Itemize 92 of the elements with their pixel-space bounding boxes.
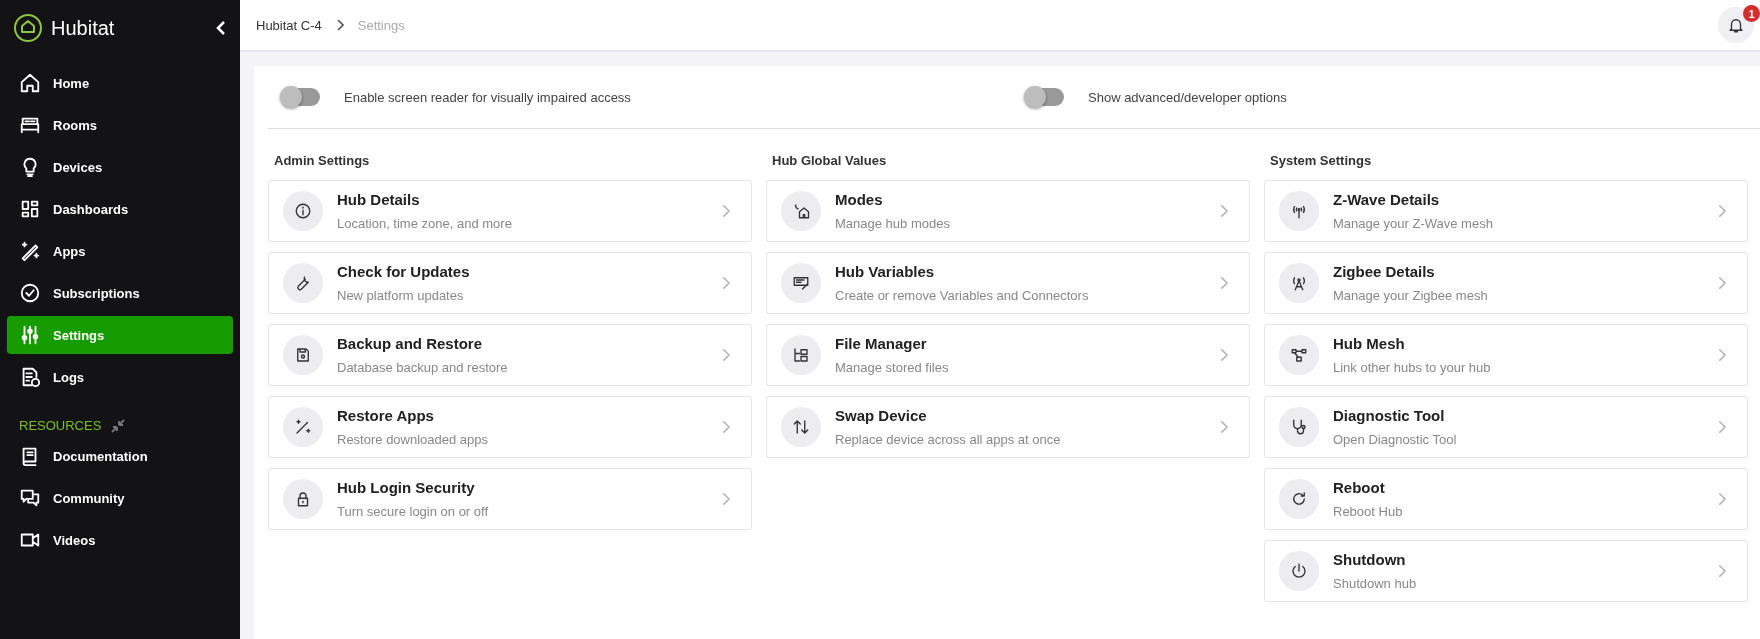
nav-item[interactable]: Logs — [7, 358, 233, 396]
settings-card[interactable]: Hub Mesh Link other hubs to your hub — [1264, 324, 1748, 386]
card-subtitle: Restore downloaded apps — [337, 432, 490, 447]
network-nodes-icon — [1290, 346, 1308, 364]
settings-card[interactable]: Shutdown Shutdown hub — [1264, 540, 1748, 602]
settings-card[interactable]: Diagnostic Tool Open Diagnostic Tool — [1264, 396, 1748, 458]
folder-tree-icon — [792, 346, 810, 364]
radio-tower-icon — [1290, 274, 1308, 292]
card-title: Hub Mesh — [1333, 335, 1406, 352]
resource-link[interactable]: Documentation — [7, 437, 233, 475]
collapse-icon[interactable] — [215, 20, 227, 36]
magic-wand-icon — [19, 240, 41, 262]
info-icon — [294, 202, 312, 220]
magic-wand-icon — [294, 418, 312, 436]
card-subtitle: Manage hub modes — [835, 216, 951, 231]
card-subtitle: Reboot Hub — [1333, 504, 1404, 519]
toggle-switch[interactable] — [282, 88, 320, 106]
check-circle-icon — [19, 282, 41, 304]
settings-card[interactable]: Check for Updates New platform updates — [268, 252, 752, 314]
card-subtitle: Create or remove Variables and Connectors — [835, 288, 1090, 303]
breadcrumb-link[interactable]: Hubitat C-4 — [256, 17, 322, 33]
settings-card[interactable]: Hub Variables Create or remove Variables and Connectors — [766, 252, 1250, 314]
nav-item[interactable]: Dashboards — [7, 190, 233, 228]
nav-item[interactable]: Subscriptions — [7, 274, 233, 312]
settings-card[interactable]: File Manager Manage stored files — [766, 324, 1250, 386]
card-title: Hub Details — [337, 191, 421, 208]
refresh-icon — [1290, 490, 1308, 508]
settings-card[interactable]: Modes Manage hub modes — [766, 180, 1250, 242]
card-title: Modes — [835, 191, 884, 208]
notifications-button[interactable] — [1718, 7, 1754, 43]
home-icon — [19, 72, 41, 94]
logo-icon — [13, 13, 43, 43]
resource-link[interactable]: Community — [7, 479, 233, 517]
nav-item[interactable]: Devices — [7, 148, 233, 186]
note-pencil-icon — [792, 274, 810, 292]
card-subtitle: Turn secure login on or off — [337, 504, 490, 519]
toggle-label: Show advanced/developer options — [1088, 89, 1287, 105]
floppy-disk-icon — [294, 346, 312, 364]
settings-card[interactable]: Hub Login Security Turn secure login on or off — [268, 468, 752, 530]
card-title: Reboot — [1333, 479, 1386, 496]
nav-item[interactable]: Home — [7, 64, 233, 102]
card-subtitle: Replace device across all apps at once — [835, 432, 1062, 447]
nav-item[interactable]: Rooms — [7, 106, 233, 144]
bell-icon — [1727, 16, 1745, 34]
card-title: Backup and Restore — [337, 335, 484, 352]
card-subtitle: Database backup and restore — [337, 360, 509, 375]
card-title: Diagnostic Tool — [1333, 407, 1446, 424]
settings-card[interactable]: Zigbee Details Manage your Zigbee mesh — [1264, 252, 1748, 314]
toggle-switch[interactable] — [1026, 88, 1064, 106]
nav-item[interactable]: Settings — [7, 316, 233, 354]
card-subtitle: Shutdown hub — [1333, 576, 1418, 591]
chat-bubbles-icon — [19, 487, 41, 509]
card-title: File Manager — [835, 335, 928, 352]
section-heading: System Settings — [1270, 153, 1373, 168]
collapse-arrows-icon[interactable] — [111, 418, 126, 433]
card-title: Zigbee Details — [1333, 263, 1436, 280]
card-subtitle: Open Diagnostic Tool — [1333, 432, 1458, 447]
section-heading: Admin Settings — [274, 153, 371, 168]
card-title: Hub Variables — [835, 263, 936, 280]
settings-card[interactable]: Swap Device Replace device across all apps at once — [766, 396, 1250, 458]
card-title: Hub Login Security — [337, 479, 476, 496]
stethoscope-icon — [1290, 418, 1308, 436]
chevron-right-icon — [335, 19, 344, 31]
settings-card[interactable]: Z-Wave Details Manage your Z-Wave mesh — [1264, 180, 1748, 242]
card-title: Z-Wave Details — [1333, 191, 1441, 208]
card-subtitle: Manage stored files — [835, 360, 950, 375]
settings-card[interactable]: Restore Apps Restore downloaded apps — [268, 396, 752, 458]
brand-name: Hubitat — [51, 16, 116, 40]
toggle-label: Enable screen reader for visually impaired access — [344, 89, 631, 105]
notification-badge: 1 — [1743, 5, 1760, 22]
resource-link[interactable]: Videos — [7, 521, 233, 559]
settings-card[interactable]: Reboot Reboot Hub — [1264, 468, 1748, 530]
dashboard-icon — [19, 198, 41, 220]
card-subtitle: New platform updates — [337, 288, 465, 303]
card-subtitle: Manage your Zigbee mesh — [1333, 288, 1489, 303]
settings-card[interactable]: Hub Details Location, time zone, and more — [268, 180, 752, 242]
settings-card[interactable]: Backup and Restore Database backup and restore — [268, 324, 752, 386]
card-title: Restore Apps — [337, 407, 435, 424]
power-icon — [1290, 562, 1308, 580]
card-subtitle: Location, time zone, and more — [337, 216, 513, 231]
breadcrumb-current: Settings — [357, 17, 406, 33]
card-title: Check for Updates — [337, 263, 471, 280]
nav-item[interactable]: Apps — [7, 232, 233, 270]
card-title: Shutdown — [1333, 551, 1407, 568]
resources-heading: RESOURCES — [19, 418, 102, 433]
card-title: Swap Device — [835, 407, 928, 424]
section-heading: Hub Global Values — [772, 153, 888, 168]
sliders-icon — [19, 324, 41, 346]
card-subtitle: Manage your Z-Wave mesh — [1333, 216, 1494, 231]
house-moon-icon — [792, 202, 810, 220]
swap-arrows-icon — [792, 418, 810, 436]
card-subtitle: Link other hubs to your hub — [1333, 360, 1492, 375]
